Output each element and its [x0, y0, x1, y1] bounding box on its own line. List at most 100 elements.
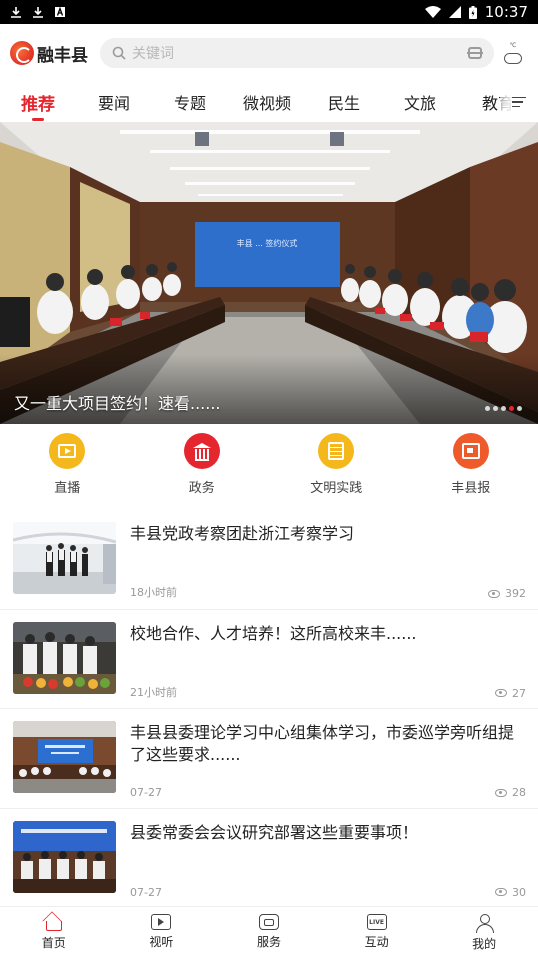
nav-label: 互动: [364, 935, 389, 949]
tab-label: 专题: [173, 94, 206, 113]
news-list: 丰县党政考察团赴浙江考察学习 18小时前 392 校地合作、人才培养！这所高校来…: [0, 510, 538, 908]
app-header: 融丰县 关键词 ℃: [0, 24, 538, 82]
news-views: 28: [495, 786, 526, 799]
news-thumbnail: [13, 721, 116, 793]
news-thumbnail: [13, 820, 116, 893]
tab-label: 微视频: [242, 94, 291, 113]
nav-label: 视听: [149, 935, 174, 949]
status-bar: 10:37: [0, 0, 538, 24]
nav-label: 我的: [472, 937, 497, 951]
quick-entries: 直播 政务 文明实践 丰县报: [0, 424, 538, 510]
channel-menu-button[interactable]: [500, 82, 538, 122]
tab-topics[interactable]: 专题: [152, 82, 228, 122]
news-item[interactable]: 县委常委会会议研究部署这些重要事项！ 07-27 30: [0, 809, 538, 908]
nav-label: 服务: [256, 935, 281, 949]
nav-home[interactable]: 首页: [0, 907, 108, 956]
eye-icon: [488, 589, 500, 598]
nav-interaction[interactable]: LIVE 互动: [323, 907, 431, 956]
tab-label: 民生: [327, 94, 360, 113]
news-title: 丰县党政考察团赴浙江考察学习: [130, 524, 355, 543]
carousel-dot[interactable]: [485, 406, 490, 411]
battery-icon: [468, 5, 477, 19]
banner-caption[interactable]: 又一重大项目签约！速看......: [14, 390, 221, 414]
tab-recommend[interactable]: 推荐: [0, 82, 76, 122]
home-icon: [45, 921, 62, 931]
banner-screen-text: 丰县 ... 签约仪式: [237, 238, 298, 248]
search-bar[interactable]: 关键词: [100, 38, 494, 68]
carousel-indicator: [485, 406, 522, 411]
nav-service[interactable]: 服务: [215, 907, 323, 956]
nav-profile[interactable]: 我的: [430, 907, 538, 956]
quick-entry-label: 政务: [188, 481, 215, 496]
quick-entry-label: 直播: [54, 481, 81, 496]
carousel-dot[interactable]: [493, 406, 498, 411]
news-views: 392: [488, 587, 526, 600]
news-views: 27: [495, 687, 526, 700]
news-content: 校地合作、人才培养！这所高校来丰...... 21小时前 27: [130, 622, 526, 700]
quick-entry-label: 文明实践: [310, 481, 363, 496]
view-count: 392: [505, 587, 526, 600]
cloud-icon: [504, 53, 522, 64]
weather-temperature: ℃: [509, 42, 517, 49]
news-thumbnail: [13, 621, 116, 694]
signal-icon: [448, 6, 461, 18]
tab-micro-video[interactable]: 微视频: [228, 82, 306, 122]
app-logo[interactable]: 融丰县: [10, 41, 88, 66]
news-time: 18小时前: [130, 586, 177, 599]
carousel-dot[interactable]: [517, 406, 522, 411]
bottom-navigation: 首页 视听 服务 LIVE 互动 我的: [0, 906, 538, 956]
view-count: 30: [512, 885, 526, 899]
tv-icon: [49, 433, 86, 469]
wifi-icon: [424, 6, 441, 18]
quick-entry-label: 丰县报: [451, 481, 491, 496]
eye-icon: [495, 888, 507, 896]
search-placeholder: 关键词: [132, 46, 174, 62]
download-icon: [11, 7, 21, 18]
eye-icon: [495, 689, 507, 697]
eye-icon: [495, 788, 507, 797]
weather-widget[interactable]: ℃: [498, 42, 528, 64]
news-content: 丰县县委理论学习中心组集体学习，市委巡学旁听组提了这些要求...... 07-2…: [130, 721, 526, 799]
news-time: 21小时前: [130, 685, 177, 699]
menu-icon: [512, 94, 526, 111]
banner-carousel[interactable]: 丰县 ... 签约仪式 又一重大项目签约！速看......: [0, 122, 538, 424]
video-icon: [151, 914, 172, 930]
tab-culture-tourism[interactable]: 文旅: [382, 82, 458, 122]
tab-news[interactable]: 要闻: [76, 82, 152, 122]
news-content: 县委常委会会议研究部署这些重要事项！ 07-27 30: [130, 821, 526, 899]
nav-audio-video[interactable]: 视听: [108, 907, 216, 956]
view-count: 27: [512, 686, 526, 700]
profile-icon: [475, 914, 495, 933]
quick-entry-government[interactable]: 政务: [135, 424, 270, 510]
news-title: 县委常委会会议研究部署这些重要事项！: [130, 822, 419, 842]
government-icon: [183, 433, 220, 469]
newspaper-icon: [452, 433, 489, 469]
tab-livelihood[interactable]: 民生: [306, 82, 382, 122]
news-title: 校地合作、人才培养！这所高校来丰......: [130, 623, 417, 643]
news-item[interactable]: 丰县县委理论学习中心组集体学习，市委巡学旁听组提了这些要求...... 07-2…: [0, 709, 538, 809]
tab-label: 文旅: [403, 94, 436, 113]
service-icon: [258, 914, 279, 930]
news-time: 07-27: [130, 786, 162, 799]
news-title: 丰县县委理论学习中心组集体学习，市委巡学旁听组提了这些要求......: [130, 723, 515, 764]
news-content: 丰县党政考察团赴浙江考察学习 18小时前 392: [130, 522, 526, 600]
download-icon: [33, 7, 43, 18]
quick-entry-fengxian-paper[interactable]: 丰县报: [404, 424, 538, 510]
logo-mark-icon: [10, 41, 34, 65]
carousel-dot[interactable]: [501, 406, 506, 411]
channel-tabs: 推荐 要闻 专题 微视频 民生 文旅 教育: [0, 82, 538, 122]
news-time: 07-27: [130, 885, 162, 899]
notification-a-icon: [55, 6, 65, 17]
news-item[interactable]: 丰县党政考察团赴浙江考察学习 18小时前 392: [0, 510, 538, 610]
document-icon: [318, 433, 355, 469]
news-item[interactable]: 校地合作、人才培养！这所高校来丰...... 21小时前 27: [0, 610, 538, 709]
scan-icon[interactable]: [467, 47, 483, 59]
news-views: 30: [495, 886, 526, 899]
quick-entry-civilization-practice[interactable]: 文明实践: [269, 424, 404, 510]
view-count: 28: [512, 786, 526, 799]
tab-label: 推荐: [21, 94, 55, 115]
app-name: 融丰县: [37, 45, 88, 66]
quick-entry-live[interactable]: 直播: [0, 424, 135, 510]
live-icon: LIVE: [366, 914, 387, 930]
carousel-dot-active[interactable]: [509, 406, 514, 411]
